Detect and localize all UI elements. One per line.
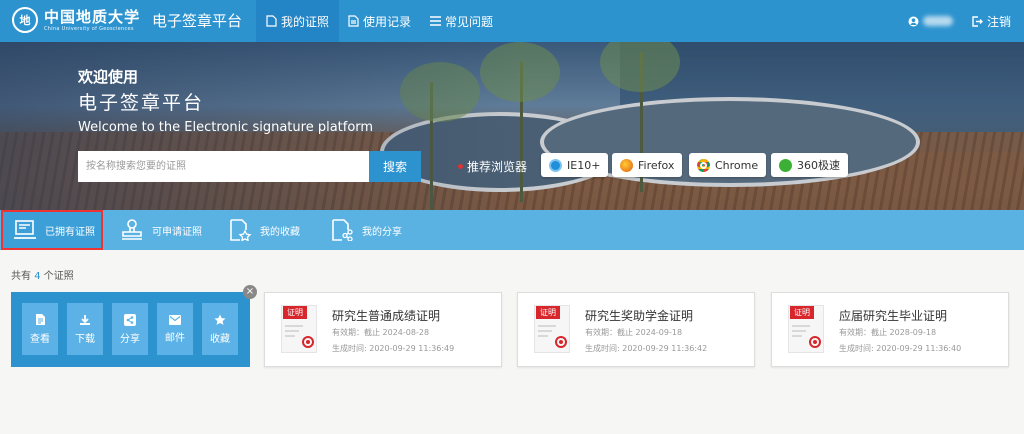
browser-360-button[interactable]: 360极速 [771,153,848,177]
search-button[interactable]: 搜索 [369,151,421,182]
star-icon [214,314,226,325]
close-icon[interactable]: × [243,285,257,299]
subtab-label: 我的分享 [362,226,402,238]
download-button[interactable]: 下载 [67,303,103,355]
certificate-icon [266,15,277,27]
certificate-tag: 证明 [536,306,560,319]
logo-separator: · [136,12,141,27]
favorite-button[interactable]: 收藏 [202,303,238,355]
favorite-document-icon [230,219,252,241]
record-icon [348,15,359,27]
certificate-card[interactable]: 证明 应届研究生毕业证明 有效期：截止 2028-09-18 生成时间: 202… [771,292,1009,367]
welcome-english: Welcome to the Electronic signature plat… [78,120,374,135]
recommended-browsers-label: 推荐浏览器 [458,158,527,175]
seal-icon [555,336,567,348]
browser-label: IE10+ [567,158,601,172]
subtab-label: 已拥有证照 [45,226,95,238]
browser-firefox-button[interactable]: Firefox [612,153,683,177]
certificate-tag: 证明 [790,306,814,319]
owned-certificate-icon [14,220,36,239]
recommend-text: 推荐浏览器 [467,160,528,174]
seal-icon [809,336,821,348]
360-browser-icon [779,158,792,172]
subtab-my-shares[interactable]: 我的分享 [320,210,412,250]
university-logo-icon: 地 [12,7,38,33]
certificate-card[interactable]: 证明 研究生普通成绩证明 有效期：截止 2024-08-28 生成时间: 202… [264,292,502,367]
logout-label: 注销 [987,14,1012,29]
ie-icon [549,158,562,172]
share-document-icon [332,219,353,241]
browser-chrome-button[interactable]: Chrome [689,153,767,177]
view-button[interactable]: 查看 [22,303,58,355]
stamp-icon [122,219,142,240]
action-label: 查看 [30,334,50,345]
certificate-name: 研究生普通成绩证明 [332,309,441,323]
username-redacted [923,16,953,26]
browser-label: Firefox [638,158,675,172]
mail-icon [169,314,181,325]
tab-faq[interactable]: 常见问题 [420,0,503,42]
count-number: 4 [34,271,41,282]
subtab-label: 我的收藏 [260,226,300,238]
certificate-created-time: 生成时间: 2020-09-29 11:36:40 [839,344,962,353]
certificate-count: 共有 4 个证照 [11,267,74,282]
top-nav: 地 中国地质大学 China University of Geosciences… [0,0,1024,42]
count-prefix: 共有 [11,271,31,282]
subtab-label: 可申请证照 [152,226,202,238]
tab-label: 我的证照 [281,14,330,29]
platform-heading: 电子签章平台 [78,92,205,114]
firefox-icon [620,158,633,172]
subtab-owned-certificates[interactable]: 已拥有证照 [1,210,103,250]
tab-label: 使用记录 [363,14,412,29]
tab-label: 常见问题 [445,14,494,29]
logo-en: China University of Geosciences [44,26,134,32]
logo-cn: 中国地质大学 [44,8,141,26]
action-label: 收藏 [210,333,230,345]
bullet-icon [458,164,463,169]
share-icon [124,313,136,326]
tab-usage-records[interactable]: 使用记录 [338,0,421,42]
certificate-created-time: 生成时间: 2020-09-29 11:36:49 [332,344,455,353]
logout-button[interactable]: 注销 [972,0,1011,42]
certificate-validity: 有效期：截止 2028-09-18 [839,328,937,337]
count-suffix: 个证照 [43,271,74,282]
certificate-card[interactable]: 证明 研究生奖助学金证明 有效期：截止 2024-09-18 生成时间: 202… [517,292,755,367]
user-icon [908,16,919,26]
browser-label: 360极速 [797,159,840,172]
list-icon [430,16,441,26]
certificate-name: 研究生奖助学金证明 [585,309,694,323]
user-menu[interactable] [908,0,953,42]
certificate-tag: 证明 [283,306,307,319]
certificate-validity: 有效期：截止 2024-09-18 [585,328,683,337]
subtab-applicable-certificates[interactable]: 可申请证照 [110,210,212,250]
download-icon [80,314,90,325]
app-title: 电子签章平台 [152,12,243,30]
certificate-validity: 有效期：截止 2024-08-28 [332,328,430,337]
logout-icon [972,15,983,27]
subtab-my-favorites[interactable]: 我的收藏 [218,210,310,250]
mail-button[interactable]: 邮件 [157,303,193,355]
tab-my-certificates[interactable]: 我的证照 [256,0,340,42]
action-label: 下载 [75,333,95,345]
welcome-heading: 欢迎使用 [78,68,139,86]
search-input[interactable] [78,151,369,182]
certificate-created-time: 生成时间: 2020-09-29 11:36:42 [585,344,708,353]
browser-label: Chrome [715,158,759,172]
view-icon [35,314,45,325]
certificate-name: 应届研究生毕业证明 [839,309,948,323]
action-label: 分享 [120,333,140,345]
action-label: 邮件 [165,332,185,344]
seal-icon [302,336,314,348]
chrome-icon [697,158,710,172]
browser-ie-button[interactable]: IE10+ [541,153,609,177]
share-button[interactable]: 分享 [112,303,148,355]
